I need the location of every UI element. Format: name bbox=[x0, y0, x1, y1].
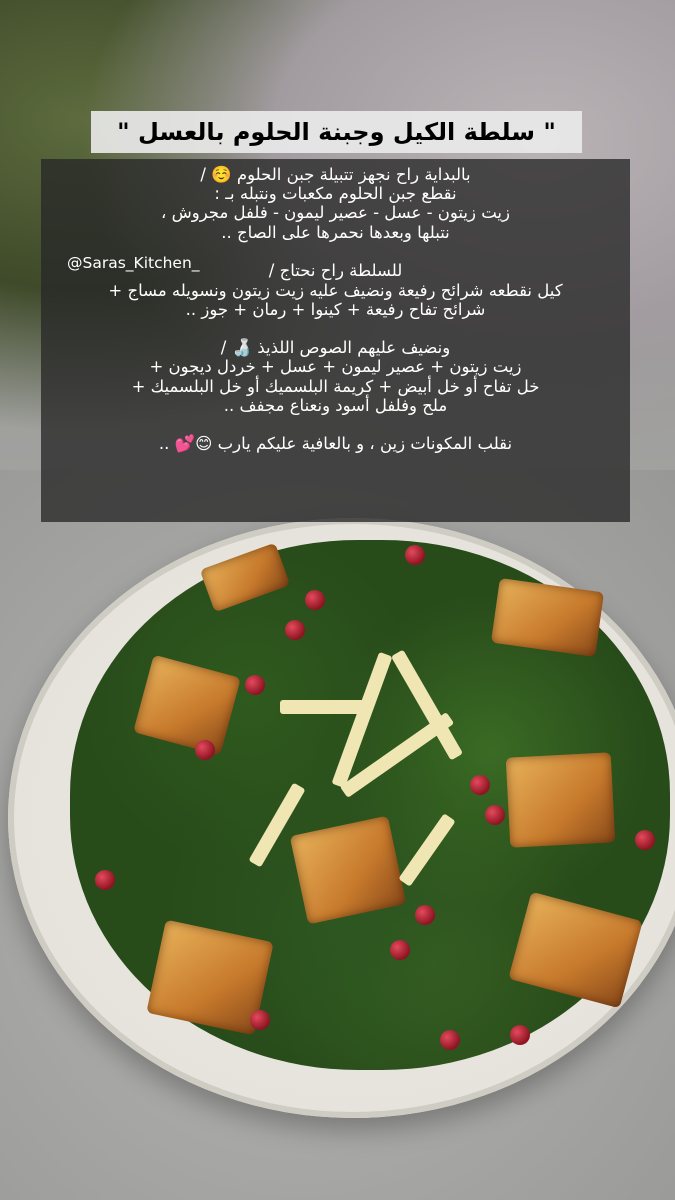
pomegranate-seed bbox=[415, 905, 435, 925]
pomegranate-seed bbox=[405, 545, 425, 565]
pomegranate-seed bbox=[485, 805, 505, 825]
halloumi-cube bbox=[490, 578, 605, 657]
intro-line: زيت زيتون - عسل - عصير ليمون - فلفل مجرو… bbox=[161, 203, 510, 223]
recipe-text-panel: بالبداية راح نجهز تتبيلة جبن الحلوم ☺️ /… bbox=[41, 159, 630, 522]
recipe-title: " سلطة الكيل وجبنة الحلوم بالعسل " bbox=[117, 118, 556, 146]
halloumi-cube bbox=[133, 654, 241, 756]
halloumi-cube bbox=[289, 815, 407, 925]
pomegranate-seed bbox=[470, 775, 490, 795]
pomegranate-seed bbox=[440, 1030, 460, 1050]
pomegranate-seed bbox=[510, 1025, 530, 1045]
intro-line: نتبلها وبعدها نحمرها على الصاج .. bbox=[221, 222, 450, 242]
sauce-line: ملح وفلفل أسود ونعناع مجفف .. bbox=[223, 395, 448, 415]
sauce-line: خل تفاح أو خل أبيض + كريمة البلسميك أو خ… bbox=[131, 376, 540, 396]
halloumi-cube bbox=[505, 752, 616, 848]
salad-heading: للسلطة راح نحتاج / bbox=[268, 260, 403, 280]
closing-line: نقلب المكونات زين ، و بالعافية عليكم يار… bbox=[158, 434, 513, 454]
pomegranate-seed bbox=[250, 1010, 270, 1030]
pomegranate-seed bbox=[390, 940, 410, 960]
halloumi-cube bbox=[508, 891, 643, 1009]
intro-line: بالبداية راح نجهز تتبيلة جبن الحلوم ☺️ / bbox=[200, 165, 471, 184]
salad-line: كيل نقطعه شرائح رفيعة ونضيف عليه زيت زيت… bbox=[108, 280, 563, 300]
pomegranate-seed bbox=[245, 675, 265, 695]
recipe-title-banner: " سلطة الكيل وجبنة الحلوم بالعسل " bbox=[91, 111, 582, 153]
pomegranate-seed bbox=[635, 830, 655, 850]
apple-slice bbox=[398, 813, 456, 887]
salad-line: شرائح تفاح رفيعة + كينوا + رمان + جوز .. bbox=[185, 300, 486, 320]
intro-line: نقطع جبن الحلوم مكعبات ونتبله بـ : bbox=[214, 184, 457, 204]
pomegranate-seed bbox=[285, 620, 305, 640]
salad-heading-row: @Saras_Kitchen_ للسلطة راح نحتاج / bbox=[41, 254, 630, 281]
pomegranate-seed bbox=[305, 590, 325, 610]
apple-slice bbox=[280, 700, 370, 714]
sauce-line: زيت زيتون + عصير ليمون + عسل + خردل ديجو… bbox=[149, 357, 522, 377]
kale-salad bbox=[70, 540, 670, 1070]
pomegranate-seed bbox=[95, 870, 115, 890]
sauce-line: ونضيف عليهم الصوص اللذيذ 🍶 / bbox=[220, 338, 451, 358]
pomegranate-seed bbox=[195, 740, 215, 760]
